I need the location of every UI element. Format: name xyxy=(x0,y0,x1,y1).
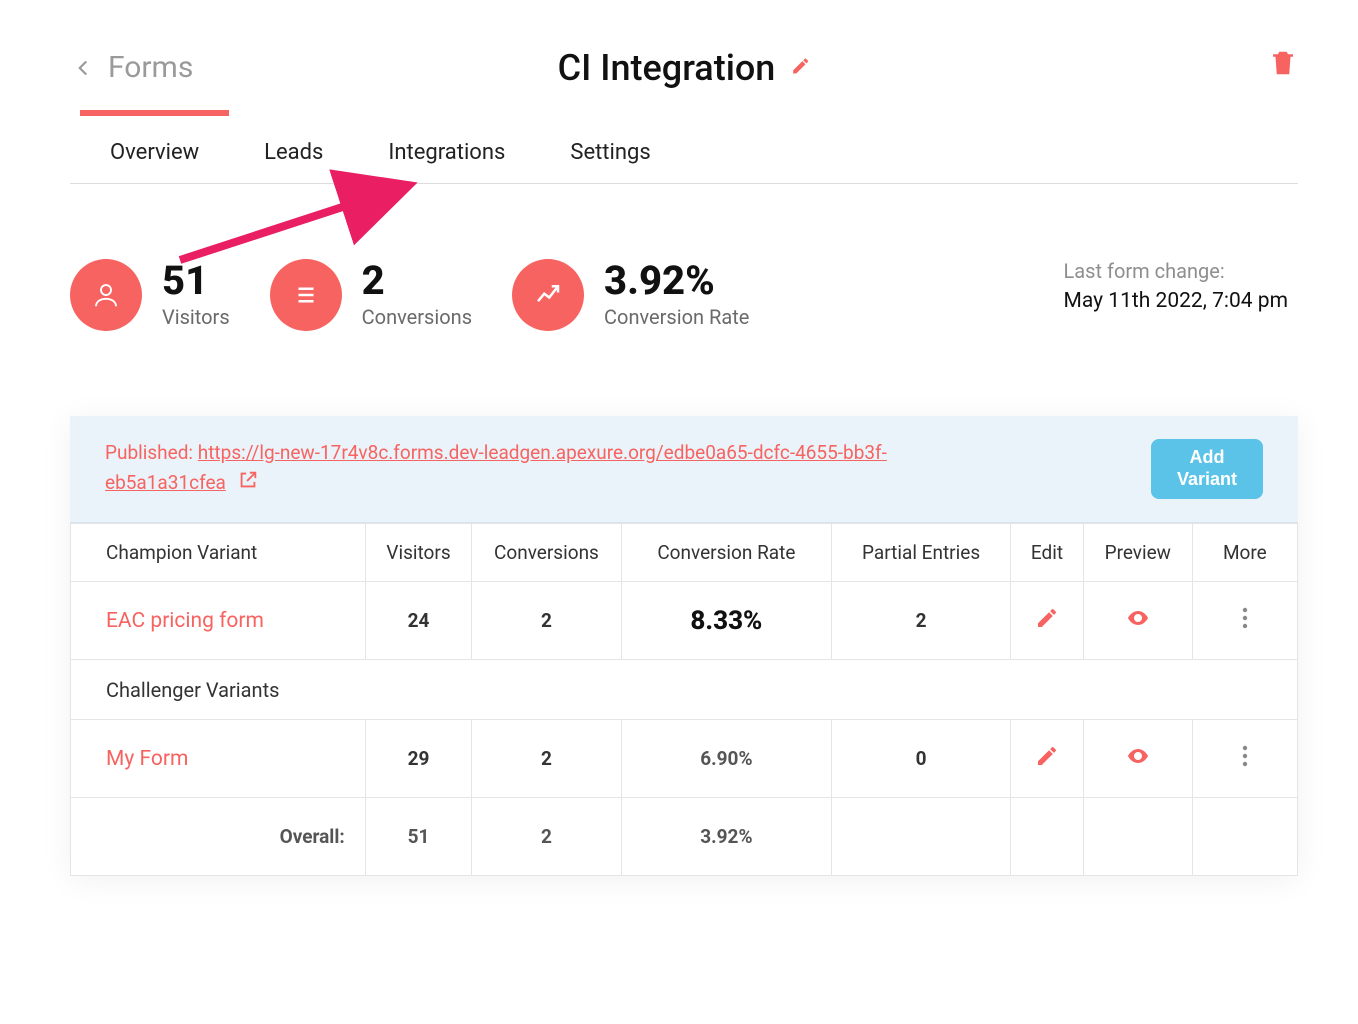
add-variant-button[interactable]: Add Variant xyxy=(1151,439,1263,498)
cell-partial: 2 xyxy=(832,582,1011,660)
table-row-challenger: My Form 29 2 6.90% 0 xyxy=(71,720,1298,798)
col-champion: Champion Variant xyxy=(71,524,366,582)
variant-name-link[interactable]: My Form xyxy=(106,747,188,771)
edit-title-button[interactable] xyxy=(790,56,810,80)
list-icon xyxy=(270,259,342,331)
cell-visitors: 24 xyxy=(365,582,472,660)
edit-variant-button[interactable] xyxy=(1035,750,1059,773)
table-row-overall: Overall: 51 2 3.92% xyxy=(71,798,1298,876)
tab-integrations[interactable]: Integrations xyxy=(388,140,505,183)
external-link-icon xyxy=(237,469,259,491)
overall-visitors: 51 xyxy=(365,798,472,876)
tab-leads[interactable]: Leads xyxy=(264,140,323,183)
visitors-value: 51 xyxy=(162,261,230,301)
visitors-label: Visitors xyxy=(162,305,230,329)
person-icon xyxy=(70,259,142,331)
arrow-left-icon xyxy=(70,55,96,81)
more-menu-button[interactable] xyxy=(1242,612,1248,635)
trash-icon xyxy=(1268,46,1298,80)
col-partial: Partial Entries xyxy=(832,524,1011,582)
back-label: Forms xyxy=(108,50,193,85)
page-title: CI Integration xyxy=(558,47,776,89)
col-more: More xyxy=(1192,524,1297,582)
cell-partial: 0 xyxy=(832,720,1011,798)
delete-button[interactable] xyxy=(1268,46,1298,84)
stat-conversion-rate: 3.92% Conversion Rate xyxy=(512,259,749,331)
tab-settings[interactable]: Settings xyxy=(570,140,650,183)
col-rate: Conversion Rate xyxy=(621,524,832,582)
stat-conversions: 2 Conversions xyxy=(270,259,472,331)
preview-variant-button[interactable] xyxy=(1126,750,1150,773)
more-menu-button[interactable] xyxy=(1242,750,1248,773)
published-url-text: Published: https://lg-new-17r4v8c.forms.… xyxy=(105,438,985,500)
stat-visitors: 51 Visitors xyxy=(70,259,230,331)
pencil-icon xyxy=(1035,606,1059,630)
overall-label: Overall: xyxy=(71,798,366,876)
cell-rate: 8.33% xyxy=(621,582,832,660)
conversions-label: Conversions xyxy=(362,305,472,329)
eye-icon xyxy=(1126,606,1150,630)
variants-table: Champion Variant Visitors Conversions Co… xyxy=(70,523,1298,876)
tab-overview[interactable]: Overview xyxy=(110,140,199,183)
col-visitors: Visitors xyxy=(365,524,472,582)
last-form-change: Last form change: May 11th 2022, 7:04 pm xyxy=(1064,259,1298,313)
last-change-value: May 11th 2022, 7:04 pm xyxy=(1064,289,1288,313)
rate-value: 3.92% xyxy=(604,261,749,301)
col-preview: Preview xyxy=(1083,524,1192,582)
pencil-icon xyxy=(1035,744,1059,768)
conversions-value: 2 xyxy=(362,261,472,301)
col-conversions: Conversions xyxy=(472,524,621,582)
published-url-link[interactable]: https://lg-new-17r4v8c.forms.dev-leadgen… xyxy=(105,441,887,494)
pencil-icon xyxy=(790,56,810,76)
challenger-heading-row: Challenger Variants xyxy=(71,660,1298,720)
cell-conversions: 2 xyxy=(472,582,621,660)
col-edit: Edit xyxy=(1011,524,1084,582)
variant-name-link[interactable]: EAC pricing form xyxy=(106,609,264,633)
back-to-forms[interactable]: Forms xyxy=(70,50,193,85)
open-external-button[interactable] xyxy=(237,469,259,500)
trend-icon xyxy=(512,259,584,331)
dots-vertical-icon xyxy=(1242,606,1248,630)
cell-rate: 6.90% xyxy=(621,720,832,798)
tabs: Overview Leads Integrations Settings xyxy=(70,140,1298,184)
last-change-label: Last form change: xyxy=(1064,259,1288,283)
rate-label: Conversion Rate xyxy=(604,305,749,329)
cell-conversions: 2 xyxy=(472,720,621,798)
overall-conversions: 2 xyxy=(472,798,621,876)
table-row-champion: EAC pricing form 24 2 8.33% 2 xyxy=(71,582,1298,660)
overall-rate: 3.92% xyxy=(621,798,832,876)
eye-icon xyxy=(1126,744,1150,768)
cell-visitors: 29 xyxy=(365,720,472,798)
edit-variant-button[interactable] xyxy=(1035,612,1059,635)
preview-variant-button[interactable] xyxy=(1126,612,1150,635)
dots-vertical-icon xyxy=(1242,744,1248,768)
